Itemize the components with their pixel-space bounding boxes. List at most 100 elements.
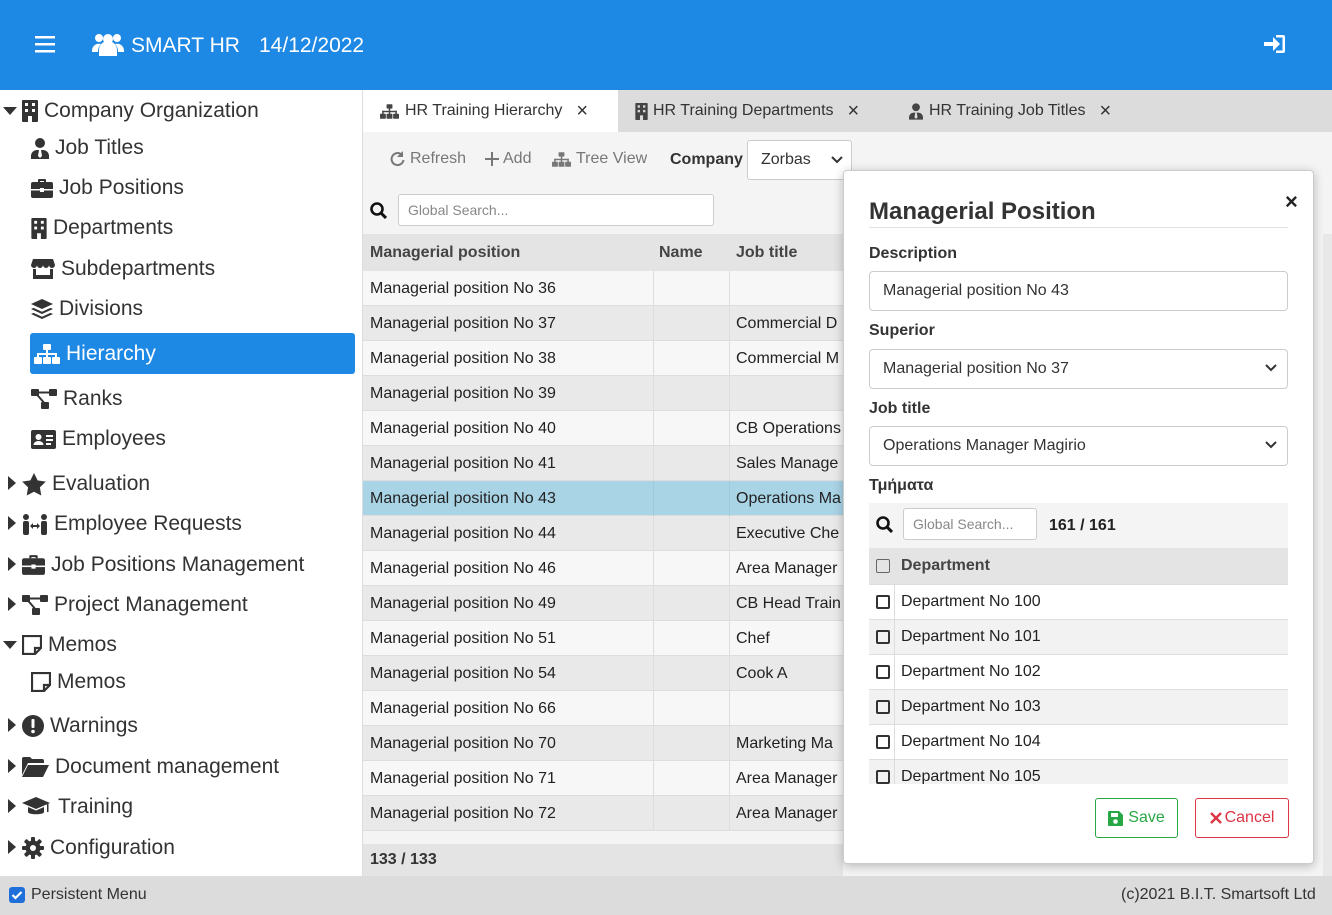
job-title-label: Job title bbox=[869, 400, 931, 417]
table-row[interactable]: Managerial position No 70 Marketing Ma bbox=[363, 726, 843, 761]
sidebar-item-divisions[interactable]: Divisions bbox=[31, 296, 143, 322]
sidebar-item-employee-requests[interactable]: Employee Requests bbox=[22, 511, 242, 537]
table-row[interactable]: Managerial position No 44 Executive Che bbox=[363, 516, 843, 551]
table-row[interactable]: Managerial position No 38 Commercial M bbox=[363, 341, 843, 376]
expand-caret[interactable] bbox=[8, 840, 16, 854]
expand-caret[interactable] bbox=[8, 476, 16, 490]
sign-in-icon[interactable] bbox=[1264, 34, 1286, 54]
tab-hr-training-job-titles[interactable]: HR Training Job Titles × bbox=[909, 90, 1134, 132]
column-header-managerial-position[interactable]: Managerial position bbox=[363, 234, 654, 271]
sidebar-item-company-organization[interactable]: Company Organization bbox=[22, 98, 259, 124]
sidebar-item-subdepartments[interactable]: Subdepartments bbox=[31, 256, 215, 282]
department-checkbox[interactable] bbox=[876, 770, 890, 784]
table-row[interactable]: Managerial position No 54 Cook A bbox=[363, 656, 843, 691]
sidebar-item-departments[interactable]: Departments bbox=[31, 215, 173, 241]
grid-search-input[interactable]: Global Search... bbox=[398, 194, 714, 226]
department-checkbox[interactable] bbox=[876, 665, 890, 679]
sidebar-item-warnings[interactable]: Warnings bbox=[22, 713, 138, 739]
column-header-name[interactable]: Name bbox=[654, 234, 730, 271]
sidebar-item-memos-group[interactable]: Memos bbox=[22, 632, 117, 658]
menu-icon[interactable] bbox=[35, 36, 55, 53]
department-row[interactable]: Department No 102 bbox=[869, 655, 1288, 690]
expand-caret[interactable] bbox=[8, 718, 16, 732]
managerial-position-cell: Managerial position No 38 bbox=[363, 341, 654, 376]
cell-divider bbox=[894, 760, 895, 784]
expand-caret[interactable] bbox=[8, 516, 16, 530]
persistent-menu-checkbox[interactable] bbox=[9, 887, 25, 903]
table-row[interactable]: Managerial position No 37 Commercial D bbox=[363, 306, 843, 341]
grid-footer-count: 133 / 133 bbox=[363, 844, 843, 876]
expand-caret[interactable] bbox=[8, 557, 16, 571]
company-select[interactable]: Zorbas bbox=[747, 140, 852, 180]
department-checkbox[interactable] bbox=[876, 700, 890, 714]
department-row[interactable]: Department No 101 bbox=[869, 620, 1288, 655]
expand-caret[interactable] bbox=[8, 799, 16, 813]
description-field[interactable]: Managerial position No 43 bbox=[869, 271, 1288, 311]
name-cell bbox=[654, 656, 730, 691]
tab-hr-training-departments[interactable]: HR Training Departments × bbox=[635, 90, 880, 132]
department-checkbox[interactable] bbox=[876, 630, 890, 644]
sidebar-item-label: Training bbox=[58, 795, 134, 818]
sidebar-item-memos[interactable]: Memos bbox=[31, 669, 126, 695]
sidebar-item-ranks[interactable]: Ranks bbox=[31, 386, 123, 412]
building-icon bbox=[22, 100, 38, 122]
expand-caret[interactable] bbox=[8, 597, 16, 611]
select-all-checkbox[interactable] bbox=[876, 559, 890, 573]
expand-caret[interactable] bbox=[8, 759, 16, 773]
grid-right-edge bbox=[1323, 234, 1332, 876]
sidebar-item-job-titles[interactable]: Job Titles bbox=[31, 135, 144, 161]
table-row[interactable]: Managerial position No 40 CB Operations bbox=[363, 411, 843, 446]
close-icon[interactable]: × bbox=[576, 100, 588, 123]
sidebar-item-document-management[interactable]: Document management bbox=[22, 754, 279, 780]
sidebar-item-job-positions-management[interactable]: Job Positions Management bbox=[22, 552, 304, 578]
close-icon[interactable]: × bbox=[1100, 100, 1112, 123]
sidebar-item-employees[interactable]: Employees bbox=[31, 426, 166, 452]
table-row[interactable]: Managerial position No 66 bbox=[363, 691, 843, 726]
sidebar-item-hierarchy[interactable]: Hierarchy bbox=[30, 333, 355, 374]
save-button[interactable]: Save bbox=[1095, 798, 1178, 838]
tree-view-button[interactable]: Tree View bbox=[552, 150, 647, 168]
table-row[interactable]: Managerial position No 36 bbox=[363, 271, 843, 306]
table-row[interactable]: Managerial position No 43 Operations Ma bbox=[363, 481, 843, 516]
close-icon[interactable]: × bbox=[1285, 189, 1298, 215]
sidebar-item-job-positions[interactable]: Job Positions bbox=[31, 175, 184, 201]
close-icon[interactable]: × bbox=[848, 100, 860, 123]
department-checkbox[interactable] bbox=[876, 735, 890, 749]
tab-hr-training-hierarchy[interactable]: HR Training Hierarchy × bbox=[363, 90, 618, 132]
table-row[interactable]: Managerial position No 71 Area Manager bbox=[363, 761, 843, 796]
cancel-button[interactable]: Cancel bbox=[1195, 798, 1289, 838]
table-row[interactable]: Managerial position No 51 Chef bbox=[363, 621, 843, 656]
department-row[interactable]: Department No 104 bbox=[869, 725, 1288, 760]
table-row[interactable]: Managerial position No 72 Area Manager bbox=[363, 796, 843, 831]
department-checkbox[interactable] bbox=[876, 595, 890, 609]
expand-caret[interactable] bbox=[3, 641, 17, 649]
expand-caret[interactable] bbox=[3, 107, 17, 115]
sidebar-item-configuration[interactable]: Configuration bbox=[22, 835, 175, 861]
sidebar-item-evaluation[interactable]: Evaluation bbox=[22, 471, 150, 497]
table-row[interactable]: Managerial position No 46 Area Manager bbox=[363, 551, 843, 586]
column-header-job-title[interactable]: Job title bbox=[730, 234, 843, 271]
department-row[interactable]: Department No 105 bbox=[869, 760, 1288, 784]
table-row[interactable]: Managerial position No 41 Sales Manage bbox=[363, 446, 843, 481]
sidebar-item-label: Employees bbox=[62, 427, 166, 450]
layers-icon bbox=[31, 299, 53, 319]
refresh-button[interactable]: Refresh bbox=[389, 150, 466, 168]
name-cell bbox=[654, 446, 730, 481]
description-label: Description bbox=[869, 245, 958, 262]
project-diagram-icon bbox=[31, 389, 57, 409]
superior-label: Superior bbox=[869, 322, 935, 339]
table-row[interactable]: Managerial position No 49 CB Head Train bbox=[363, 586, 843, 621]
sidebar-item-label: Ranks bbox=[63, 387, 123, 410]
job-title-cell bbox=[730, 691, 843, 726]
departments-search-input[interactable]: Global Search... bbox=[903, 508, 1037, 540]
sidebar-item-training[interactable]: Training bbox=[22, 794, 133, 820]
department-row[interactable]: Department No 100 bbox=[869, 585, 1288, 620]
add-button[interactable]: Add bbox=[485, 150, 531, 168]
sidebar-item-project-management[interactable]: Project Management bbox=[22, 592, 248, 618]
job-title-select[interactable]: Operations Manager Magirio bbox=[869, 426, 1288, 466]
superior-select[interactable]: Managerial position No 37 bbox=[869, 349, 1288, 389]
column-header-department[interactable]: Department bbox=[901, 557, 990, 575]
table-row[interactable]: Managerial position No 39 bbox=[363, 376, 843, 411]
department-row[interactable]: Department No 103 bbox=[869, 690, 1288, 725]
name-cell bbox=[654, 621, 730, 656]
